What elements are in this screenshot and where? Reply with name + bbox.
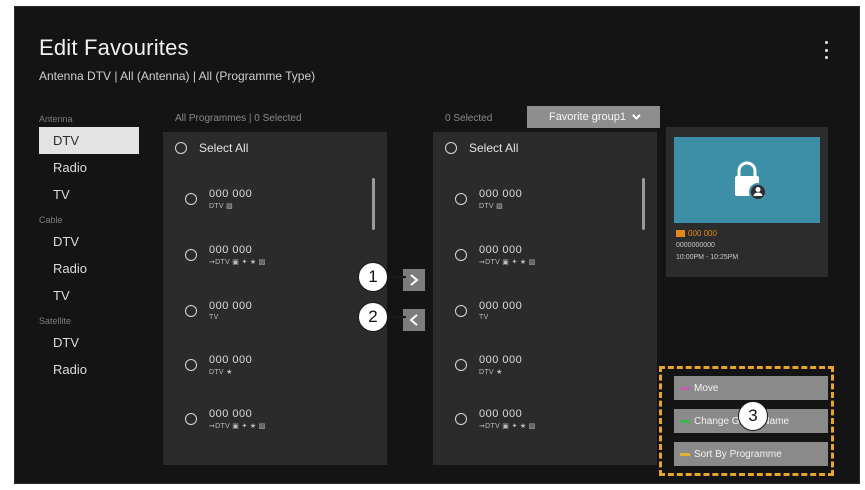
add-to-group-button[interactable] — [403, 269, 425, 291]
channel-number: 000 000 — [479, 244, 523, 256]
channel-meta: ➞DTV ▣ ✦ ★ ▨ — [479, 423, 536, 430]
channel-meta: TV — [479, 314, 489, 321]
preview-channel: 000 000 — [676, 229, 717, 238]
select-all-label: Select All — [469, 141, 519, 155]
favourite-group-panel: Select All 000 000 DTV ▨ 000 000 ➞DTV ▣ ✦ … — [433, 132, 657, 465]
callout-2: 2 — [358, 302, 388, 332]
channel-row[interactable]: 000 000 DTV ★ — [185, 354, 252, 376]
scrollbar[interactable] — [372, 178, 375, 230]
chevron-left-icon — [409, 314, 418, 326]
all-programmes-header: All Programmes | 0 Selected — [175, 113, 302, 124]
radio-icon — [455, 249, 467, 261]
all-programmes-panel: Select All 000 000 DTV ▨ 000 000 ➞DTV ▣ ✦ … — [163, 132, 387, 465]
channel-number: 000 000 — [209, 408, 253, 420]
radio-icon — [455, 359, 467, 371]
favorite-group-dropdown[interactable]: Favorite group1 — [527, 106, 660, 128]
source-item-cable-dtv[interactable]: DTV — [39, 228, 151, 255]
favourite-mark-icon — [676, 230, 685, 237]
radio-icon — [175, 142, 187, 154]
source-item-satellite-radio[interactable]: Radio — [39, 356, 151, 383]
channel-number: 000 000 — [479, 354, 523, 366]
channel-number: 000 000 — [209, 354, 253, 366]
more-options-icon[interactable] — [823, 41, 829, 59]
select-all-label: Select All — [199, 141, 249, 155]
channel-row[interactable]: 000 000 ➞DTV ▣ ✦ ★ ▨ — [455, 244, 536, 266]
channel-number: 000 000 — [209, 188, 253, 200]
green-key-icon — [680, 419, 690, 423]
source-item-antenna-dtv[interactable]: DTV — [39, 127, 139, 154]
preview-time: 10:00PM - 10:25PM — [676, 254, 739, 261]
channel-meta: TV — [209, 314, 219, 321]
channel-meta: DTV ★ — [479, 369, 503, 376]
channel-row[interactable]: 000 000 ➞DTV ▣ ✦ ★ ▨ — [185, 244, 266, 266]
radio-icon — [185, 304, 197, 317]
channel-meta: DTV ▨ — [209, 203, 234, 210]
source-item-antenna-tv[interactable]: TV — [39, 181, 151, 208]
preview-card: 000 000 0000000000 10:00PM - 10:25PM — [666, 127, 828, 277]
radio-icon — [185, 359, 197, 371]
channel-number: 000 000 — [209, 244, 253, 256]
source-item-satellite-dtv[interactable]: DTV — [39, 329, 151, 356]
channel-meta: ➞DTV ▣ ✦ ★ ▨ — [209, 259, 266, 266]
tv-screen: Edit Favourites Antenna DTV | All (Anten… — [14, 6, 860, 484]
move-button[interactable]: Move — [674, 376, 828, 400]
radio-icon — [445, 142, 457, 154]
channel-row[interactable]: 000 000 ➞DTV ▣ ✦ ★ ▨ — [455, 408, 536, 430]
channel-row[interactable]: 000 000 ➞DTV ▣ ✦ ★ ▨ — [185, 408, 266, 430]
callout-2-pointer — [386, 316, 406, 318]
channel-row[interactable]: 000 000 TV — [185, 300, 252, 321]
channel-row[interactable]: 000 000 DTV ▨ — [455, 188, 522, 210]
magenta-key-icon — [680, 386, 690, 390]
channel-meta: DTV ★ — [209, 369, 233, 376]
channel-number: 000 000 — [209, 300, 253, 312]
callout-1-pointer — [386, 276, 406, 278]
radio-icon — [455, 413, 467, 425]
channel-number: 000 000 — [479, 188, 523, 200]
source-list: Antenna DTV Radio TV Cable DTV Radio TV … — [39, 107, 151, 383]
callout-1: 1 — [358, 262, 388, 292]
chevron-right-icon — [410, 274, 419, 286]
breadcrumb: Antenna DTV | All (Antenna) | All (Progr… — [39, 69, 316, 83]
move-label: Move — [694, 382, 719, 394]
preview-programme: 0000000000 — [676, 242, 715, 249]
scrollbar[interactable] — [642, 178, 645, 230]
chevron-down-icon — [632, 111, 641, 120]
callout-3: 3 — [738, 401, 768, 431]
preview-thumbnail — [674, 137, 820, 223]
radio-icon — [455, 193, 467, 205]
selected-count-header: 0 Selected — [445, 113, 493, 124]
channel-row[interactable]: 000 000 DTV ▨ — [185, 188, 252, 210]
preview-channel-number: 000 000 — [688, 229, 717, 238]
source-item-antenna-radio[interactable]: Radio — [39, 154, 151, 181]
channel-meta: DTV ▨ — [479, 203, 504, 210]
radio-icon — [185, 413, 197, 425]
channel-meta: ➞DTV ▣ ✦ ★ ▨ — [209, 423, 266, 430]
source-group-antenna: Antenna — [39, 114, 73, 124]
channel-meta: ➞DTV ▣ ✦ ★ ▨ — [479, 259, 536, 266]
channel-number: 000 000 — [479, 408, 523, 420]
lock-user-icon — [735, 161, 767, 201]
select-all-right[interactable]: Select All — [433, 132, 657, 164]
source-group-cable: Cable — [39, 215, 63, 225]
select-all-left[interactable]: Select All — [163, 132, 387, 164]
channel-number: 000 000 — [479, 300, 523, 312]
radio-icon — [185, 193, 197, 205]
source-group-satellite: Satellite — [39, 316, 72, 326]
source-item-cable-radio[interactable]: Radio — [39, 255, 151, 282]
yellow-key-icon — [680, 452, 690, 456]
radio-icon — [185, 249, 197, 261]
page-title: Edit Favourites — [39, 35, 189, 60]
remove-from-group-button[interactable] — [403, 309, 425, 331]
channel-row[interactable]: 000 000 DTV ★ — [455, 354, 522, 376]
sort-by-programme-label: Sort By Programme — [694, 448, 782, 460]
source-item-cable-tv[interactable]: TV — [39, 282, 151, 309]
channel-row[interactable]: 000 000 TV — [455, 300, 522, 321]
sort-by-programme-button[interactable]: Sort By Programme — [674, 442, 828, 466]
favorite-group-label: Favorite group1 — [548, 111, 627, 123]
radio-icon — [455, 304, 467, 317]
